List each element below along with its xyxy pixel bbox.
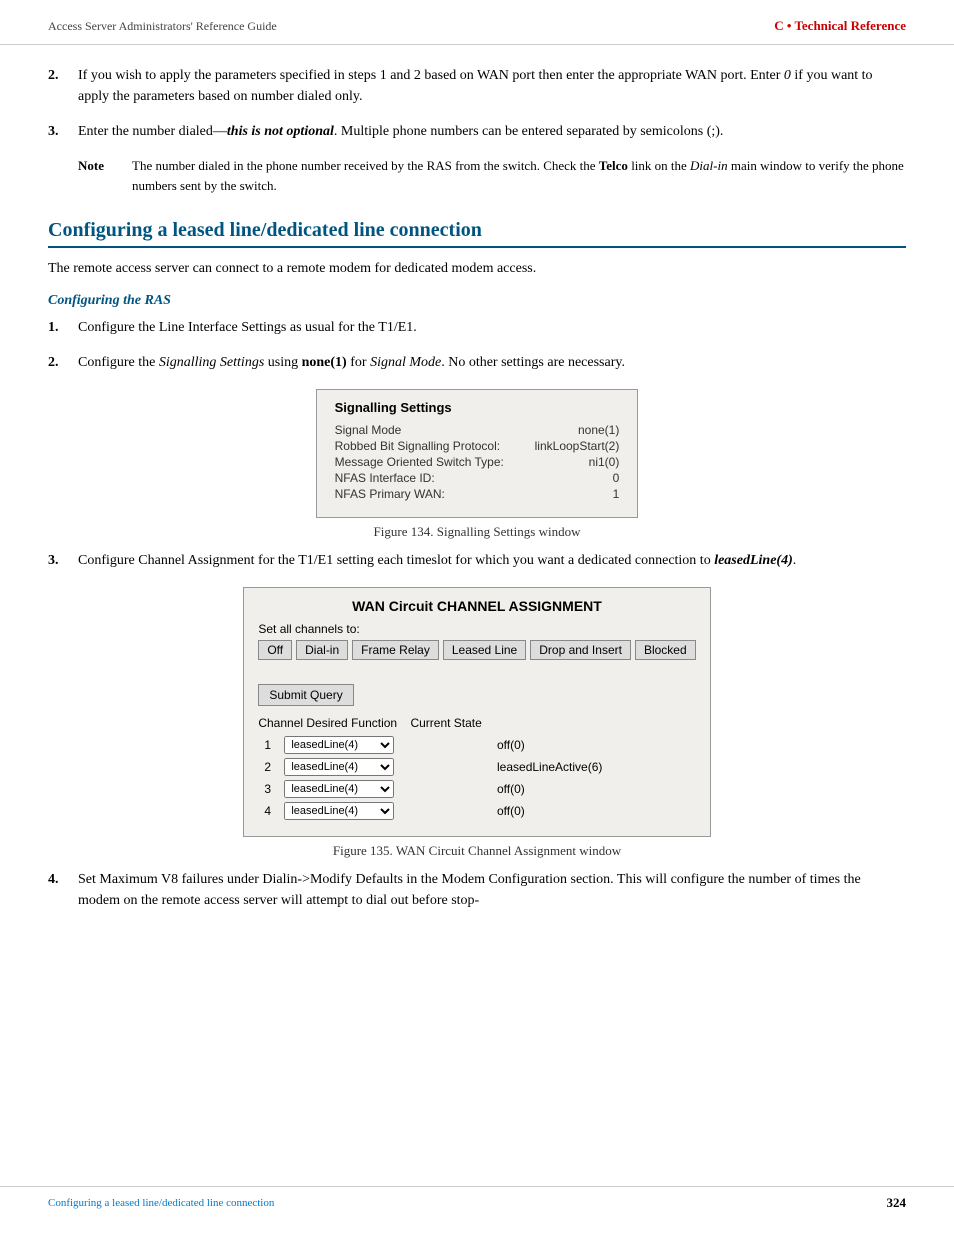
figure-135-container: WAN Circuit CHANNEL ASSIGNMENT Set all c… xyxy=(48,587,906,859)
subsection-heading: Configuring the RAS xyxy=(48,293,906,309)
signal-value-1: linkLoopStart(2) xyxy=(535,439,620,453)
section-heading: Configuring a leased line/dedicated line… xyxy=(48,219,906,248)
footer-page-num: 324 xyxy=(887,1195,907,1211)
wan-row-4-select[interactable]: leasedLine(4) xyxy=(284,802,394,820)
signal-row-3: NFAS Interface ID: 0 xyxy=(335,471,620,485)
signal-row-0: Signal Mode none(1) xyxy=(335,423,620,437)
wan-channel-label2: Current State xyxy=(410,716,481,730)
wan-row-1-state: off(0) xyxy=(491,734,696,756)
wan-btn-blocked[interactable]: Blocked xyxy=(635,640,696,660)
wan-table-row-4: 4 leasedLine(4) off(0) xyxy=(258,800,695,822)
step-3-text: Enter the number dialed—this is not opti… xyxy=(78,121,906,142)
signal-row-4: NFAS Primary WAN: 1 xyxy=(335,487,620,501)
figure-135-caption: Figure 135. WAN Circuit Channel Assignme… xyxy=(333,843,621,859)
footer-left: Configuring a leased line/dedicated line… xyxy=(48,1197,274,1209)
ras-step-2-text: Configure the Signalling Settings using … xyxy=(78,352,906,373)
wan-row-3-num: 3 xyxy=(258,778,278,800)
wan-row-2-select-cell: leasedLine(4) xyxy=(278,756,491,778)
ras-step-1: 1. Configure the Line Interface Settings… xyxy=(48,317,906,338)
wan-btn-frame-relay[interactable]: Frame Relay xyxy=(352,640,439,660)
note-text: The number dialed in the phone number re… xyxy=(132,156,906,195)
signal-value-2: ni1(0) xyxy=(589,455,620,469)
wan-row-4-num: 4 xyxy=(258,800,278,822)
signal-label-2: Message Oriented Switch Type: xyxy=(335,455,535,469)
wan-row-1-select[interactable]: leasedLine(4) xyxy=(284,736,394,754)
signal-box-title: Signalling Settings xyxy=(335,400,620,415)
note-label: Note xyxy=(78,156,116,195)
note-box: Note The number dialed in the phone numb… xyxy=(78,156,906,195)
figure-134-container: Signalling Settings Signal Mode none(1) … xyxy=(48,389,906,540)
signal-label-0: Signal Mode xyxy=(335,423,535,437)
wan-row-1-num: 1 xyxy=(258,734,278,756)
ras-step-2-num: 2. xyxy=(48,352,78,373)
signal-label-3: NFAS Interface ID: xyxy=(335,471,535,485)
wan-table-row-1: 1 leasedLine(4) off(0) xyxy=(258,734,695,756)
signal-value-0: none(1) xyxy=(578,423,619,437)
wan-table-row-3: 3 leasedLine(4) off(0) xyxy=(258,778,695,800)
figure-134-caption: Figure 134. Signalling Settings window xyxy=(374,524,581,540)
step-2-text: If you wish to apply the parameters spec… xyxy=(78,65,906,107)
signal-row-2: Message Oriented Switch Type: ni1(0) xyxy=(335,455,620,469)
wan-table-row-2: 2 leasedLine(4) leasedLineActive(6) xyxy=(258,756,695,778)
page-footer: Configuring a leased line/dedicated line… xyxy=(0,1186,954,1211)
signal-label-1: Robbed Bit Signalling Protocol: xyxy=(335,439,535,453)
step-4-num: 4. xyxy=(48,869,78,911)
header-chapter-prefix: C • xyxy=(774,18,794,33)
signal-value-4: 1 xyxy=(613,487,620,501)
wan-buttons-row: Off Dial-in Frame Relay Leased Line Drop… xyxy=(258,640,695,660)
wan-row-2-state: leasedLineActive(6) xyxy=(491,756,696,778)
wan-row-3-select-cell: leasedLine(4) xyxy=(278,778,491,800)
wan-circuit-box: WAN Circuit CHANNEL ASSIGNMENT Set all c… xyxy=(243,587,710,837)
wan-row-2-num: 2 xyxy=(258,756,278,778)
step-2-num: 2. xyxy=(48,65,78,107)
ras-step-1-num: 1. xyxy=(48,317,78,338)
wan-box-title: WAN Circuit CHANNEL ASSIGNMENT xyxy=(258,598,695,614)
header-left-text: Access Server Administrators' Reference … xyxy=(48,19,277,34)
signal-row-1: Robbed Bit Signalling Protocol: linkLoop… xyxy=(335,439,620,453)
wan-row-3-state: off(0) xyxy=(491,778,696,800)
wan-btn-drop-insert[interactable]: Drop and Insert xyxy=(530,640,631,660)
wan-row-4-state: off(0) xyxy=(491,800,696,822)
signal-label-4: NFAS Primary WAN: xyxy=(335,487,535,501)
step-3-num: 3. xyxy=(48,121,78,142)
section-intro: The remote access server can connect to … xyxy=(48,258,906,279)
page-header: Access Server Administrators' Reference … xyxy=(0,0,954,45)
step-4-text: Set Maximum V8 failures under Dialin->Mo… xyxy=(78,869,906,911)
ras-step-1-text: Configure the Line Interface Settings as… xyxy=(78,317,906,338)
wan-channel-table: 1 leasedLine(4) off(0) 2 xyxy=(258,734,695,822)
wan-channel-label1: Channel Desired Function xyxy=(258,716,397,730)
step-3: 3. Enter the number dialed—this is not o… xyxy=(48,121,906,142)
wan-row-1-select-cell: leasedLine(4) xyxy=(278,734,491,756)
ras-step-3: 3. Configure Channel Assignment for the … xyxy=(48,550,906,571)
wan-set-label: Set all channels to: xyxy=(258,622,695,636)
header-right-text: C • Technical Reference xyxy=(774,18,906,34)
wan-btn-dialin[interactable]: Dial-in xyxy=(296,640,348,660)
step-4: 4. Set Maximum V8 failures under Dialin-… xyxy=(48,869,906,911)
main-content: 2. If you wish to apply the parameters s… xyxy=(0,65,954,1005)
page: Access Server Administrators' Reference … xyxy=(0,0,954,1235)
ras-step-3-num: 3. xyxy=(48,550,78,571)
header-title: Technical Reference xyxy=(794,18,906,33)
wan-row-3-select[interactable]: leasedLine(4) xyxy=(284,780,394,798)
signal-value-3: 0 xyxy=(613,471,620,485)
wan-submit-btn[interactable]: Submit Query xyxy=(258,684,353,706)
step-2: 2. If you wish to apply the parameters s… xyxy=(48,65,906,107)
wan-row-4-select-cell: leasedLine(4) xyxy=(278,800,491,822)
wan-channel-header: Channel Desired Function Current State xyxy=(258,716,695,730)
ras-step-3-text: Configure Channel Assignment for the T1/… xyxy=(78,550,906,571)
wan-btn-off[interactable]: Off xyxy=(258,640,292,660)
ras-step-2: 2. Configure the Signalling Settings usi… xyxy=(48,352,906,373)
wan-row-2-select[interactable]: leasedLine(4) xyxy=(284,758,394,776)
signal-settings-box: Signalling Settings Signal Mode none(1) … xyxy=(316,389,639,518)
wan-btn-leased-line[interactable]: Leased Line xyxy=(443,640,526,660)
